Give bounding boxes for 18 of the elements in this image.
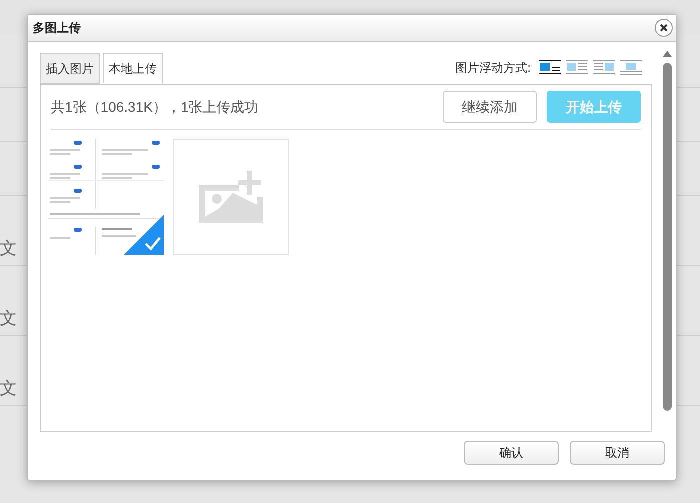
scroll-up-icon[interactable] [663, 51, 672, 57]
continue-add-button[interactable]: 继续添加 [443, 91, 537, 123]
close-button[interactable] [655, 19, 673, 37]
screenshot-thumbnail-drawing[interactable] [48, 139, 164, 255]
float-mode-label: 图片浮动方式: [456, 60, 531, 77]
scrollbar-thumb[interactable] [663, 63, 672, 411]
float-mode-icon[interactable] [539, 60, 561, 76]
background-label: 文 [0, 308, 17, 330]
tab[interactable]: 插入图片 [40, 53, 100, 84]
upload-summary: 共1张（106.31K），1张上传成功 [51, 98, 259, 116]
background-label: 文 [0, 238, 17, 260]
dialog-button[interactable]: 取消 [570, 441, 665, 465]
tab[interactable]: 本地上传 [103, 53, 163, 84]
dialog-button[interactable]: 确认 [464, 441, 559, 465]
add-image-icon [199, 171, 263, 223]
close-icon [660, 24, 668, 32]
dialog-title: 多图上传 [33, 20, 81, 37]
background-label: 文 [0, 378, 17, 400]
